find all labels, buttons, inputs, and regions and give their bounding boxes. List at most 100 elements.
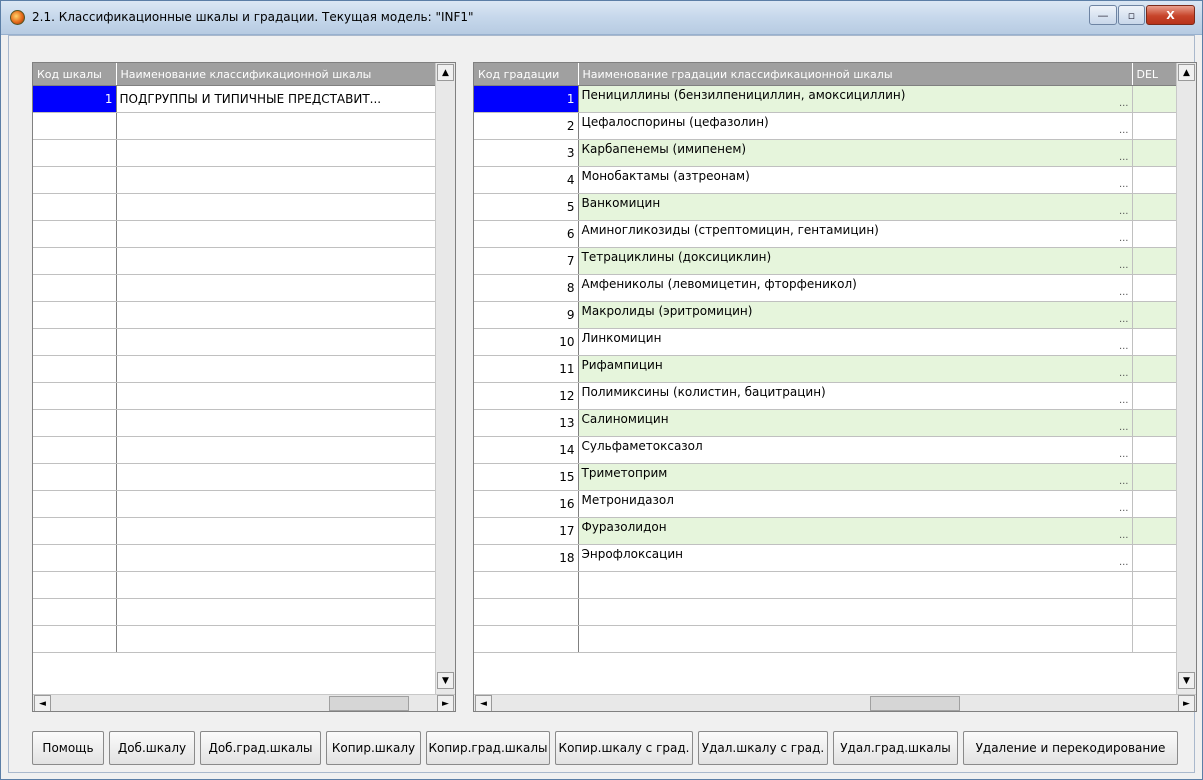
ellipsis-button[interactable]: ... [1119, 520, 1129, 542]
gradation-name-cell[interactable] [578, 598, 1133, 626]
table-row[interactable]: 13... Салиномицин [474, 409, 1178, 437]
scale-code-cell[interactable] [33, 463, 117, 491]
scale-name-cell[interactable] [116, 328, 438, 356]
gradation-name-cell[interactable]: ... Аминогликозиды (стрептомицин, гентами… [578, 220, 1133, 248]
gradation-code-cell[interactable]: 4 [474, 166, 579, 194]
gradation-code-cell[interactable]: 3 [474, 139, 579, 167]
gradation-del-cell[interactable] [1132, 598, 1178, 626]
scale-name-cell[interactable]: ПОДГРУППЫ И ТИПИЧНЫЕ ПРЕДСТАВИТ... [116, 85, 438, 113]
gradation-name-cell[interactable]: ... Цефалоспорины (цефазолин) [578, 112, 1133, 140]
scales-grid[interactable]: Код шкалы Наименование классификационной… [32, 62, 456, 712]
ellipsis-button[interactable]: ... [1119, 439, 1129, 461]
scroll-right-button[interactable]: ► [437, 695, 454, 711]
gradation-del-cell[interactable] [1132, 544, 1178, 572]
table-row[interactable] [33, 517, 438, 545]
scale-name-cell[interactable] [116, 436, 438, 464]
gradation-code-cell[interactable]: 14 [474, 436, 579, 464]
table-row[interactable] [33, 409, 438, 437]
table-row[interactable]: 10... Линкомицин [474, 328, 1178, 356]
scale-code-cell[interactable] [33, 112, 117, 140]
table-row[interactable]: 2... Цефалоспорины (цефазолин) [474, 112, 1178, 140]
scale-name-cell[interactable] [116, 409, 438, 437]
gradation-del-cell[interactable] [1132, 463, 1178, 491]
table-row[interactable] [33, 436, 438, 464]
table-row[interactable] [33, 355, 438, 383]
copy-scale-with-gradations-button[interactable]: Копир.шкалу с град. [555, 731, 693, 765]
scroll-down-button[interactable]: ▼ [437, 672, 454, 689]
gradation-del-cell[interactable] [1132, 355, 1178, 383]
delete-gradations-button[interactable]: Удал.град.шкалы [833, 731, 958, 765]
scale-code-cell[interactable] [33, 436, 117, 464]
close-button[interactable]: X [1146, 5, 1195, 25]
gradation-code-cell[interactable]: 16 [474, 490, 579, 518]
scale-name-cell[interactable] [116, 625, 438, 653]
table-row[interactable] [474, 625, 1178, 653]
table-row[interactable]: 6... Аминогликозиды (стрептомицин, гентам… [474, 220, 1178, 248]
ellipsis-button[interactable]: ... [1119, 466, 1129, 488]
table-row[interactable]: 7... Тетрациклины (доксициклин) [474, 247, 1178, 275]
gradation-del-cell[interactable] [1132, 328, 1178, 356]
gradation-code-cell[interactable]: 2 [474, 112, 579, 140]
table-row[interactable]: 12... Полимиксины (колистин, бацитрацин) [474, 382, 1178, 410]
gradation-name-cell[interactable]: ... Салиномицин [578, 409, 1133, 437]
gradation-code-cell[interactable]: 12 [474, 382, 579, 410]
scale-code-cell[interactable] [33, 598, 117, 626]
gradation-del-cell[interactable] [1132, 490, 1178, 518]
scale-name-cell[interactable] [116, 463, 438, 491]
gradation-name-cell[interactable]: ... Ванкомицин [578, 193, 1133, 221]
table-row[interactable]: 16... Метронидазол [474, 490, 1178, 518]
column-header-scale-code[interactable]: Код шкалы [33, 63, 117, 86]
table-row[interactable] [33, 328, 438, 356]
scale-code-cell[interactable] [33, 301, 117, 329]
gradation-code-cell[interactable]: 18 [474, 544, 579, 572]
gradation-del-cell[interactable] [1132, 517, 1178, 545]
gradation-name-cell[interactable]: ... Тетрациклины (доксициклин) [578, 247, 1133, 275]
table-row[interactable] [33, 274, 438, 302]
scale-code-cell[interactable] [33, 544, 117, 572]
gradation-del-cell[interactable] [1132, 571, 1178, 599]
delete-and-recode-button[interactable]: Удаление и перекодирование [963, 731, 1178, 765]
column-header-gradation-code[interactable]: Код градации [474, 63, 579, 86]
add-scale-button[interactable]: Доб.шкалу [109, 731, 195, 765]
scroll-left-button[interactable]: ◄ [34, 695, 51, 711]
table-row[interactable]: 5... Ванкомицин [474, 193, 1178, 221]
table-row[interactable] [33, 571, 438, 599]
table-row[interactable]: 3... Карбапенемы (имипенем) [474, 139, 1178, 167]
scale-name-cell[interactable] [116, 220, 438, 248]
table-row[interactable]: 18... Энрофлоксацин [474, 544, 1178, 572]
table-row[interactable] [33, 625, 438, 653]
scale-code-cell[interactable] [33, 247, 117, 275]
table-row[interactable] [33, 382, 438, 410]
table-row[interactable] [33, 112, 438, 140]
gradation-del-cell[interactable] [1132, 247, 1178, 275]
scale-code-cell[interactable] [33, 490, 117, 518]
title-bar[interactable]: 2.1. Классификационные шкалы и градации.… [1, 1, 1202, 35]
gradation-del-cell[interactable] [1132, 166, 1178, 194]
ellipsis-button[interactable]: ... [1119, 331, 1129, 353]
delete-scale-with-gradations-button[interactable]: Удал.шкалу с град. [698, 731, 828, 765]
gradation-code-cell[interactable]: 11 [474, 355, 579, 383]
gradation-name-cell[interactable]: ... Карбапенемы (имипенем) [578, 139, 1133, 167]
gradation-name-cell[interactable]: ... Монобактамы (азтреонам) [578, 166, 1133, 194]
gradation-name-cell[interactable]: ... Сульфаметоксазол [578, 436, 1133, 464]
gradation-name-cell[interactable] [578, 571, 1133, 599]
gradation-del-cell[interactable] [1132, 625, 1178, 653]
scroll-up-button[interactable]: ▲ [437, 64, 454, 81]
table-row[interactable] [33, 220, 438, 248]
ellipsis-button[interactable]: ... [1119, 547, 1129, 569]
gradation-del-cell[interactable] [1132, 112, 1178, 140]
gradation-code-cell[interactable]: 1 [474, 85, 579, 113]
gradation-name-cell[interactable]: ... Пенициллины (бензилпенициллин, амокси… [578, 85, 1133, 113]
scale-name-cell[interactable] [116, 301, 438, 329]
table-row[interactable] [474, 598, 1178, 626]
scale-name-cell[interactable] [116, 382, 438, 410]
table-row[interactable]: 9... Макролиды (эритромицин) [474, 301, 1178, 329]
table-row[interactable]: 4... Монобактамы (азтреонам) [474, 166, 1178, 194]
copy-scale-button[interactable]: Копир.шкалу [326, 731, 421, 765]
scale-name-cell[interactable] [116, 139, 438, 167]
minimize-button[interactable]: — [1089, 5, 1117, 25]
scale-name-cell[interactable] [116, 355, 438, 383]
gradation-del-cell[interactable] [1132, 85, 1178, 113]
gradation-code-cell[interactable]: 9 [474, 301, 579, 329]
scale-name-cell[interactable] [116, 517, 438, 545]
